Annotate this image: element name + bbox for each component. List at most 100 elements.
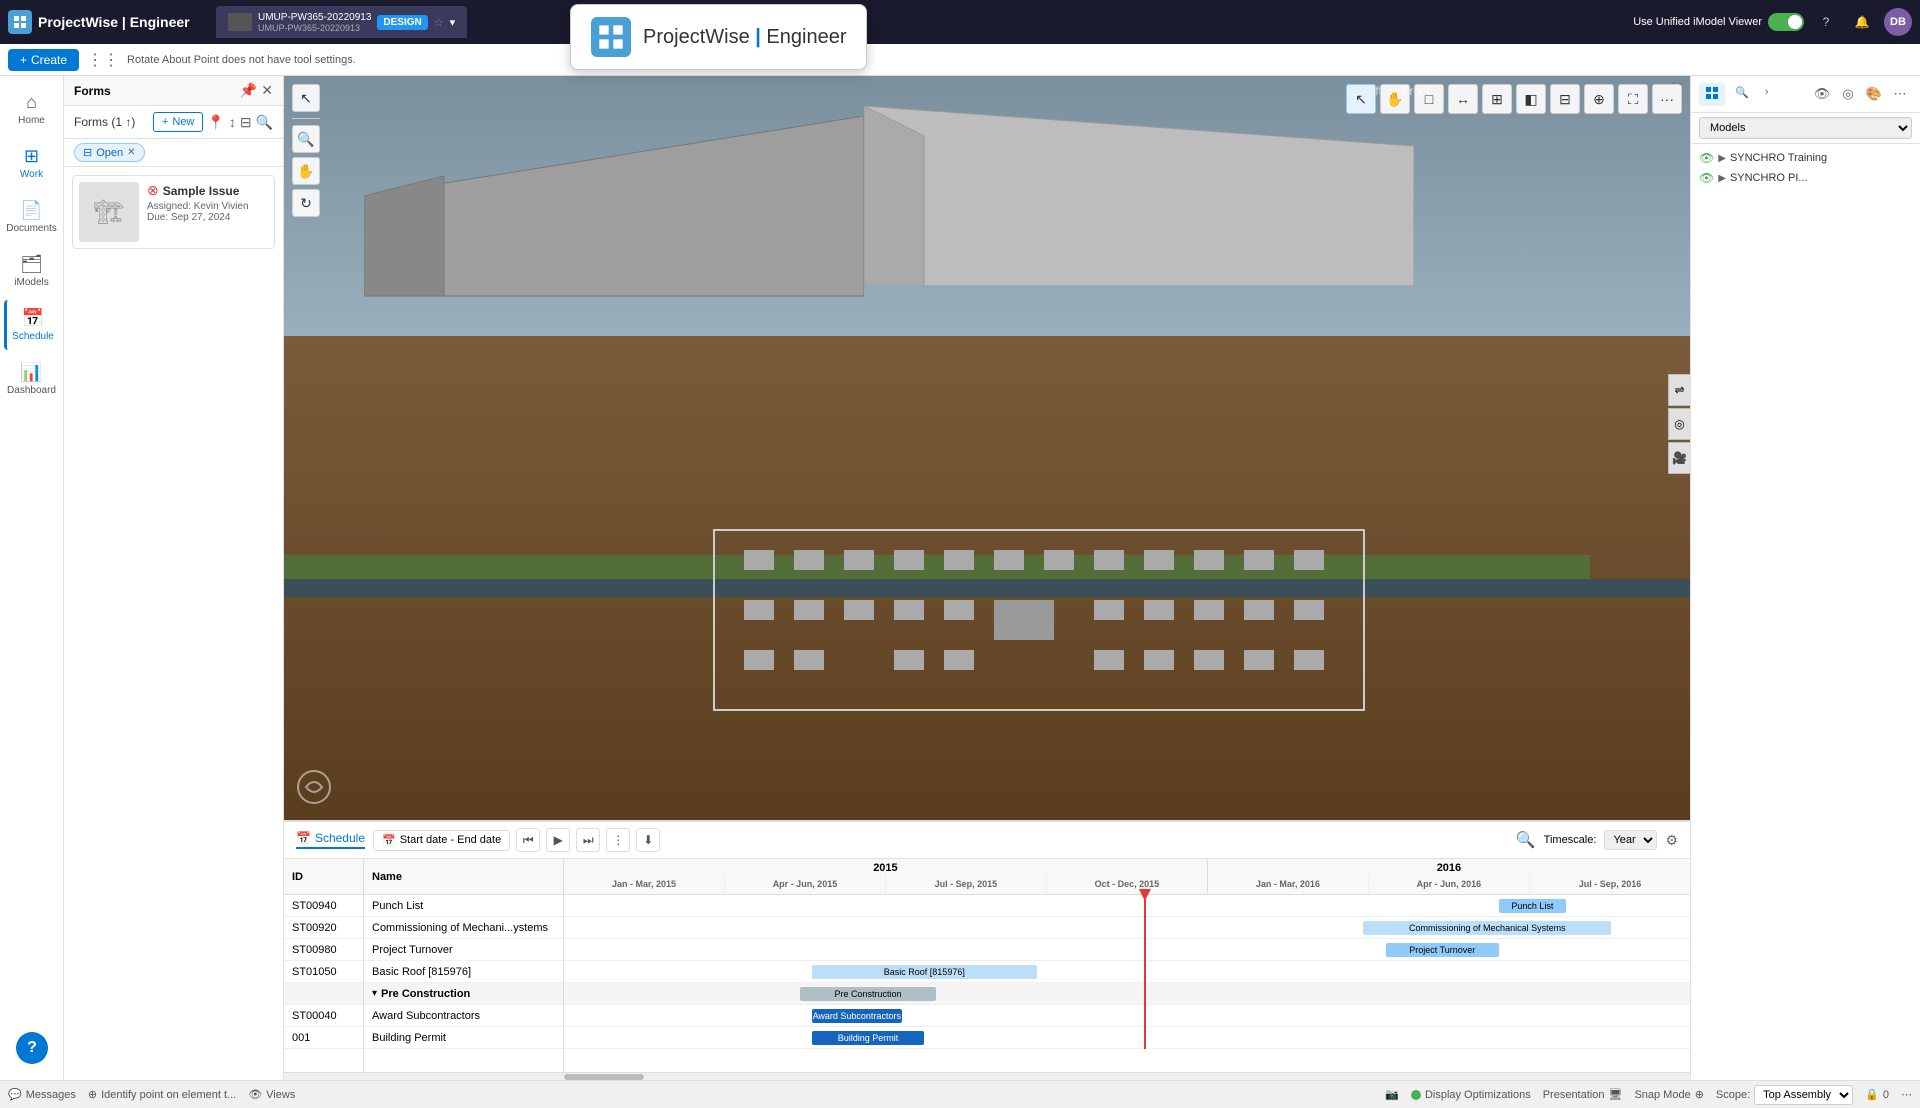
collapse-icon[interactable]: ▾ <box>372 988 377 999</box>
nav-first-btn[interactable]: ⏮ <box>516 828 540 852</box>
close-panel-icon[interactable]: ✕ <box>261 82 273 99</box>
hand-tool-btn[interactable]: ✋ <box>1380 84 1410 114</box>
foundation-grid <box>664 520 1384 740</box>
schedule-tab[interactable]: 📅 Schedule <box>296 831 365 849</box>
viewport-area[interactable]: ↖ ✋ □ ↔ ⊞ ◧ ⊟ ⊕ ⛶ ··· ↖ 🔍 ✋ ↻ Left <box>284 76 1690 820</box>
rotate-tool-btn[interactable]: ↻ <box>292 189 320 217</box>
cursor-tool-btn[interactable]: ↖ <box>292 84 320 112</box>
camera-icon[interactable]: 📷 <box>1385 1088 1399 1101</box>
viewport-toolbar: ↖ ✋ □ ↔ ⊞ ◧ ⊟ ⊕ ⛶ ··· <box>1346 84 1682 114</box>
viewport-left-tools: ↖ 🔍 ✋ ↻ <box>292 84 320 217</box>
view-tool-btn[interactable]: ◧ <box>1516 84 1546 114</box>
date-range-btn[interactable]: 📅 Start date - End date <box>373 830 510 851</box>
cube-tool-btn[interactable]: □ <box>1414 84 1444 114</box>
schedule-scrollbar[interactable] <box>284 1072 1690 1080</box>
toggle-switch[interactable] <box>1768 13 1804 31</box>
snap-mode-item[interactable]: Snap Mode ⊕ <box>1634 1088 1703 1101</box>
help-button[interactable]: ? <box>16 1032 48 1064</box>
search-icon[interactable]: 🔍 <box>256 114 273 131</box>
top-right-controls: Use Unified iModel Viewer ? 🔔 DB <box>1633 8 1912 36</box>
form-card[interactable]: 🏗 ⊗ Sample Issue Assigned: Kevin Vivien … <box>72 175 275 249</box>
nav-export-btn[interactable]: ⬇ <box>636 828 660 852</box>
panel-header-icons: 📌 ✕ <box>240 82 273 99</box>
status-more-icon[interactable]: ⋯ <box>1901 1088 1912 1101</box>
new-button[interactable]: + New <box>153 112 203 132</box>
timescale-select[interactable]: Year <box>1604 830 1657 850</box>
select-tool-btn[interactable]: ↖ <box>1346 84 1376 114</box>
explode-tool-btn[interactable]: ⊕ <box>1584 84 1614 114</box>
panel-toggle-2[interactable]: ◎ <box>1668 408 1690 440</box>
sort-icon[interactable]: ↕ <box>229 114 236 130</box>
sidebar-item-dashboard[interactable]: 📊 Dashboard <box>4 354 60 404</box>
messages-icon: 💬 <box>8 1088 22 1101</box>
color-icon[interactable]: 🎨 <box>1862 82 1886 106</box>
filter-icon[interactable]: ⊟ <box>240 114 252 131</box>
eye-icon[interactable]: 👁 <box>1810 82 1834 106</box>
right-building <box>864 106 1414 286</box>
create-button[interactable]: + Create <box>8 49 79 71</box>
messages-item[interactable]: 💬 Messages <box>8 1088 76 1101</box>
tree-item-synchro-pi[interactable]: 👁 ▶ SYNCHRO PI... <box>1695 168 1916 188</box>
model-dropdown[interactable]: Models <box>1691 113 1920 144</box>
filter-remove-icon[interactable]: ✕ <box>127 147 135 158</box>
help-icon[interactable]: ? <box>1812 8 1840 36</box>
location-icon[interactable]: 📍 <box>207 114 224 131</box>
zoom-tool-btn[interactable]: 🔍 <box>292 125 320 153</box>
tree-item-synchro-training[interactable]: 👁 ▶ SYNCHRO Training <box>1695 148 1916 168</box>
nav-last-btn[interactable]: ⏭ <box>576 828 600 852</box>
filter-icon-small: ⊟ <box>83 146 92 159</box>
views-item[interactable]: 👁 Views <box>248 1088 295 1101</box>
grid-icon[interactable]: ⋮⋮ <box>87 50 119 70</box>
schedule-search-icon[interactable]: 🔍 <box>1516 830 1536 850</box>
identify-item[interactable]: ⊕ Identify point on element t... <box>88 1088 236 1101</box>
tab-more[interactable]: › <box>1759 83 1775 106</box>
sidebar-item-imodels[interactable]: 🗂 iModels <box>4 246 60 296</box>
tab-models[interactable] <box>1699 83 1725 106</box>
year-2015: 2015 Jan - Mar, 2015 Apr - Jun, 2015 Jul… <box>564 859 1208 894</box>
id-col-header: ID <box>284 859 363 895</box>
visibility-icon[interactable]: ◎ <box>1836 82 1860 106</box>
sidebar-item-documents[interactable]: 📄 Documents <box>4 192 60 242</box>
panel-toggle-1[interactable]: ⇌ <box>1668 374 1690 406</box>
models-tab-icon <box>1705 86 1719 100</box>
layer-tool-btn[interactable]: ⊟ <box>1550 84 1580 114</box>
panel-actions: + New 📍 ↕ ⊟ 🔍 <box>153 112 273 132</box>
tab-search[interactable]: 🔍 <box>1729 83 1755 106</box>
scrollbar-thumb[interactable] <box>564 1074 644 1080</box>
gantt-row-0: Punch List <box>564 895 1690 917</box>
measure-tool-btn[interactable]: ↔ <box>1448 84 1478 114</box>
presentation-item[interactable]: Presentation 🖥 <box>1543 1088 1623 1101</box>
grid-config-icon[interactable]: ⚙ <box>1665 832 1678 849</box>
identify-icon: ⊕ <box>88 1088 97 1101</box>
user-avatar[interactable]: DB <box>1884 8 1912 36</box>
pan-tool-btn[interactable]: ✋ <box>292 157 320 185</box>
fixed-columns: ID ST00940 ST00920 ST00980 ST01050 ST000… <box>284 859 564 1072</box>
nav-play-btn[interactable]: ▶ <box>546 828 570 852</box>
model-select[interactable]: Models <box>1699 117 1912 139</box>
more-view-btn[interactable]: ··· <box>1652 84 1682 114</box>
sidebar-item-home[interactable]: ⌂ Home <box>4 84 60 134</box>
row-name-6: Building Permit <box>364 1027 563 1049</box>
sidebar-item-schedule[interactable]: 📅 Schedule <box>4 300 60 350</box>
display-opt-item[interactable]: Display Optimizations <box>1411 1089 1531 1101</box>
section-tool-btn[interactable]: ⊞ <box>1482 84 1512 114</box>
nav-options-btn[interactable]: ⋮ <box>606 828 630 852</box>
tab-menu-icon[interactable]: ▾ <box>450 16 456 29</box>
active-tab[interactable]: UMUP-PW365-20220913 UMUP-PW365-20220913 … <box>216 6 467 38</box>
tab-bar: UMUP-PW365-20220913 UMUP-PW365-20220913 … <box>216 6 1625 38</box>
notification-icon[interactable]: 🔔 <box>1848 8 1876 36</box>
name-6: Building Permit <box>372 1032 446 1044</box>
tree-eye-icon-0[interactable]: 👁 <box>1699 151 1714 165</box>
gantt-row-2: Project Turnover <box>564 939 1690 961</box>
rp-more-icon[interactable]: ⋯ <box>1888 82 1912 106</box>
tree-eye-icon-1[interactable]: 👁 <box>1699 171 1714 185</box>
panel-toggle-3[interactable]: 🎥 <box>1668 442 1690 474</box>
scope-dropdown[interactable]: Top Assembly <box>1754 1085 1853 1105</box>
pin-icon[interactable]: 📌 <box>240 82 257 99</box>
tree-expand-icon-1[interactable]: ▶ <box>1718 173 1726 184</box>
fullscreen-btn[interactable]: ⛶ <box>1618 84 1648 114</box>
tree-expand-icon-0[interactable]: ▶ <box>1718 153 1726 164</box>
gantt-header: 2015 Jan - Mar, 2015 Apr - Jun, 2015 Jul… <box>564 859 1690 895</box>
star-icon[interactable]: ☆ <box>434 16 444 29</box>
sidebar-item-work[interactable]: ⊞ Work <box>4 138 60 188</box>
